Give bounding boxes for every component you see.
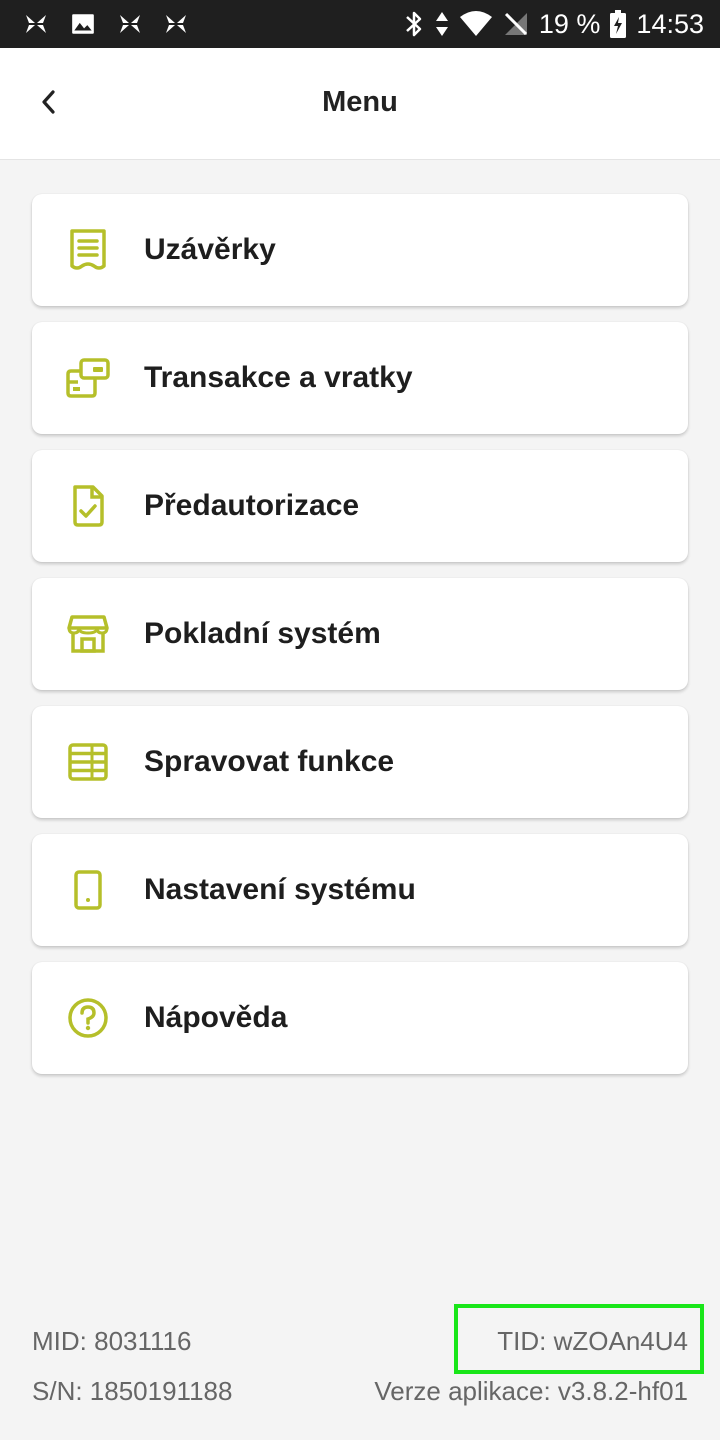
menu-item-pos-system[interactable]: Pokladní systém — [32, 578, 688, 690]
menu-item-preauthorization[interactable]: Předautorizace — [32, 450, 688, 562]
no-signal-icon — [503, 11, 529, 37]
serial-number: S/N: 1850191188 — [32, 1375, 233, 1406]
app-version: Verze aplikace: v3.8.2-hf01 — [374, 1375, 688, 1406]
menu-item-label: Nastavení systému — [144, 873, 416, 906]
battery-charging-icon — [610, 10, 627, 38]
data-transfer-icon — [435, 10, 449, 38]
battery-percent: 19 % — [538, 8, 601, 39]
menu-item-transactions[interactable]: Transakce a vratky — [32, 322, 688, 434]
stack-icon — [32, 706, 144, 818]
footer-info: MID: 8031116 TID: wZOAn4U4 S/N: 18501911… — [32, 1304, 704, 1416]
menu-item-label: Spravovat funkce — [144, 745, 395, 778]
app-bar: Menu — [0, 48, 720, 160]
wifi-icon — [459, 10, 493, 38]
help-icon — [32, 962, 144, 1074]
terminal-id-highlight — [454, 1304, 704, 1374]
menu-item-label: Předautorizace — [144, 489, 360, 522]
receipt-icon — [32, 194, 144, 306]
bluetooth-icon — [403, 10, 425, 38]
image-icon — [70, 11, 96, 37]
menu-item-system-settings[interactable]: Nastavení systému — [32, 834, 688, 946]
menu-item-label: Transakce a vratky — [144, 361, 413, 394]
menu-item-manage-features[interactable]: Spravovat funkce — [32, 706, 688, 818]
merchant-id: MID: 8031116 — [32, 1325, 192, 1356]
menu-item-label: Pokladní systém — [144, 617, 381, 650]
clock: 14:53 — [636, 8, 704, 39]
status-bar: 19 % 14:53 — [0, 0, 720, 48]
app-notification-icon — [118, 12, 142, 36]
menu-item-closures[interactable]: Uzávěrky — [32, 194, 688, 306]
phone-icon — [32, 834, 144, 946]
transactions-icon — [32, 322, 144, 434]
store-icon — [32, 578, 144, 690]
menu-item-label: Uzávěrky — [144, 233, 276, 266]
menu-item-label: Nápověda — [144, 1001, 288, 1034]
document-check-icon — [32, 450, 144, 562]
app-notification-icon — [24, 12, 48, 36]
menu-list: Uzávěrky Transakce a vratky Předautoriza… — [32, 194, 688, 1090]
app-notification-icon — [164, 12, 188, 36]
menu-item-help[interactable]: Nápověda — [32, 962, 688, 1074]
page-title: Menu — [322, 86, 398, 118]
